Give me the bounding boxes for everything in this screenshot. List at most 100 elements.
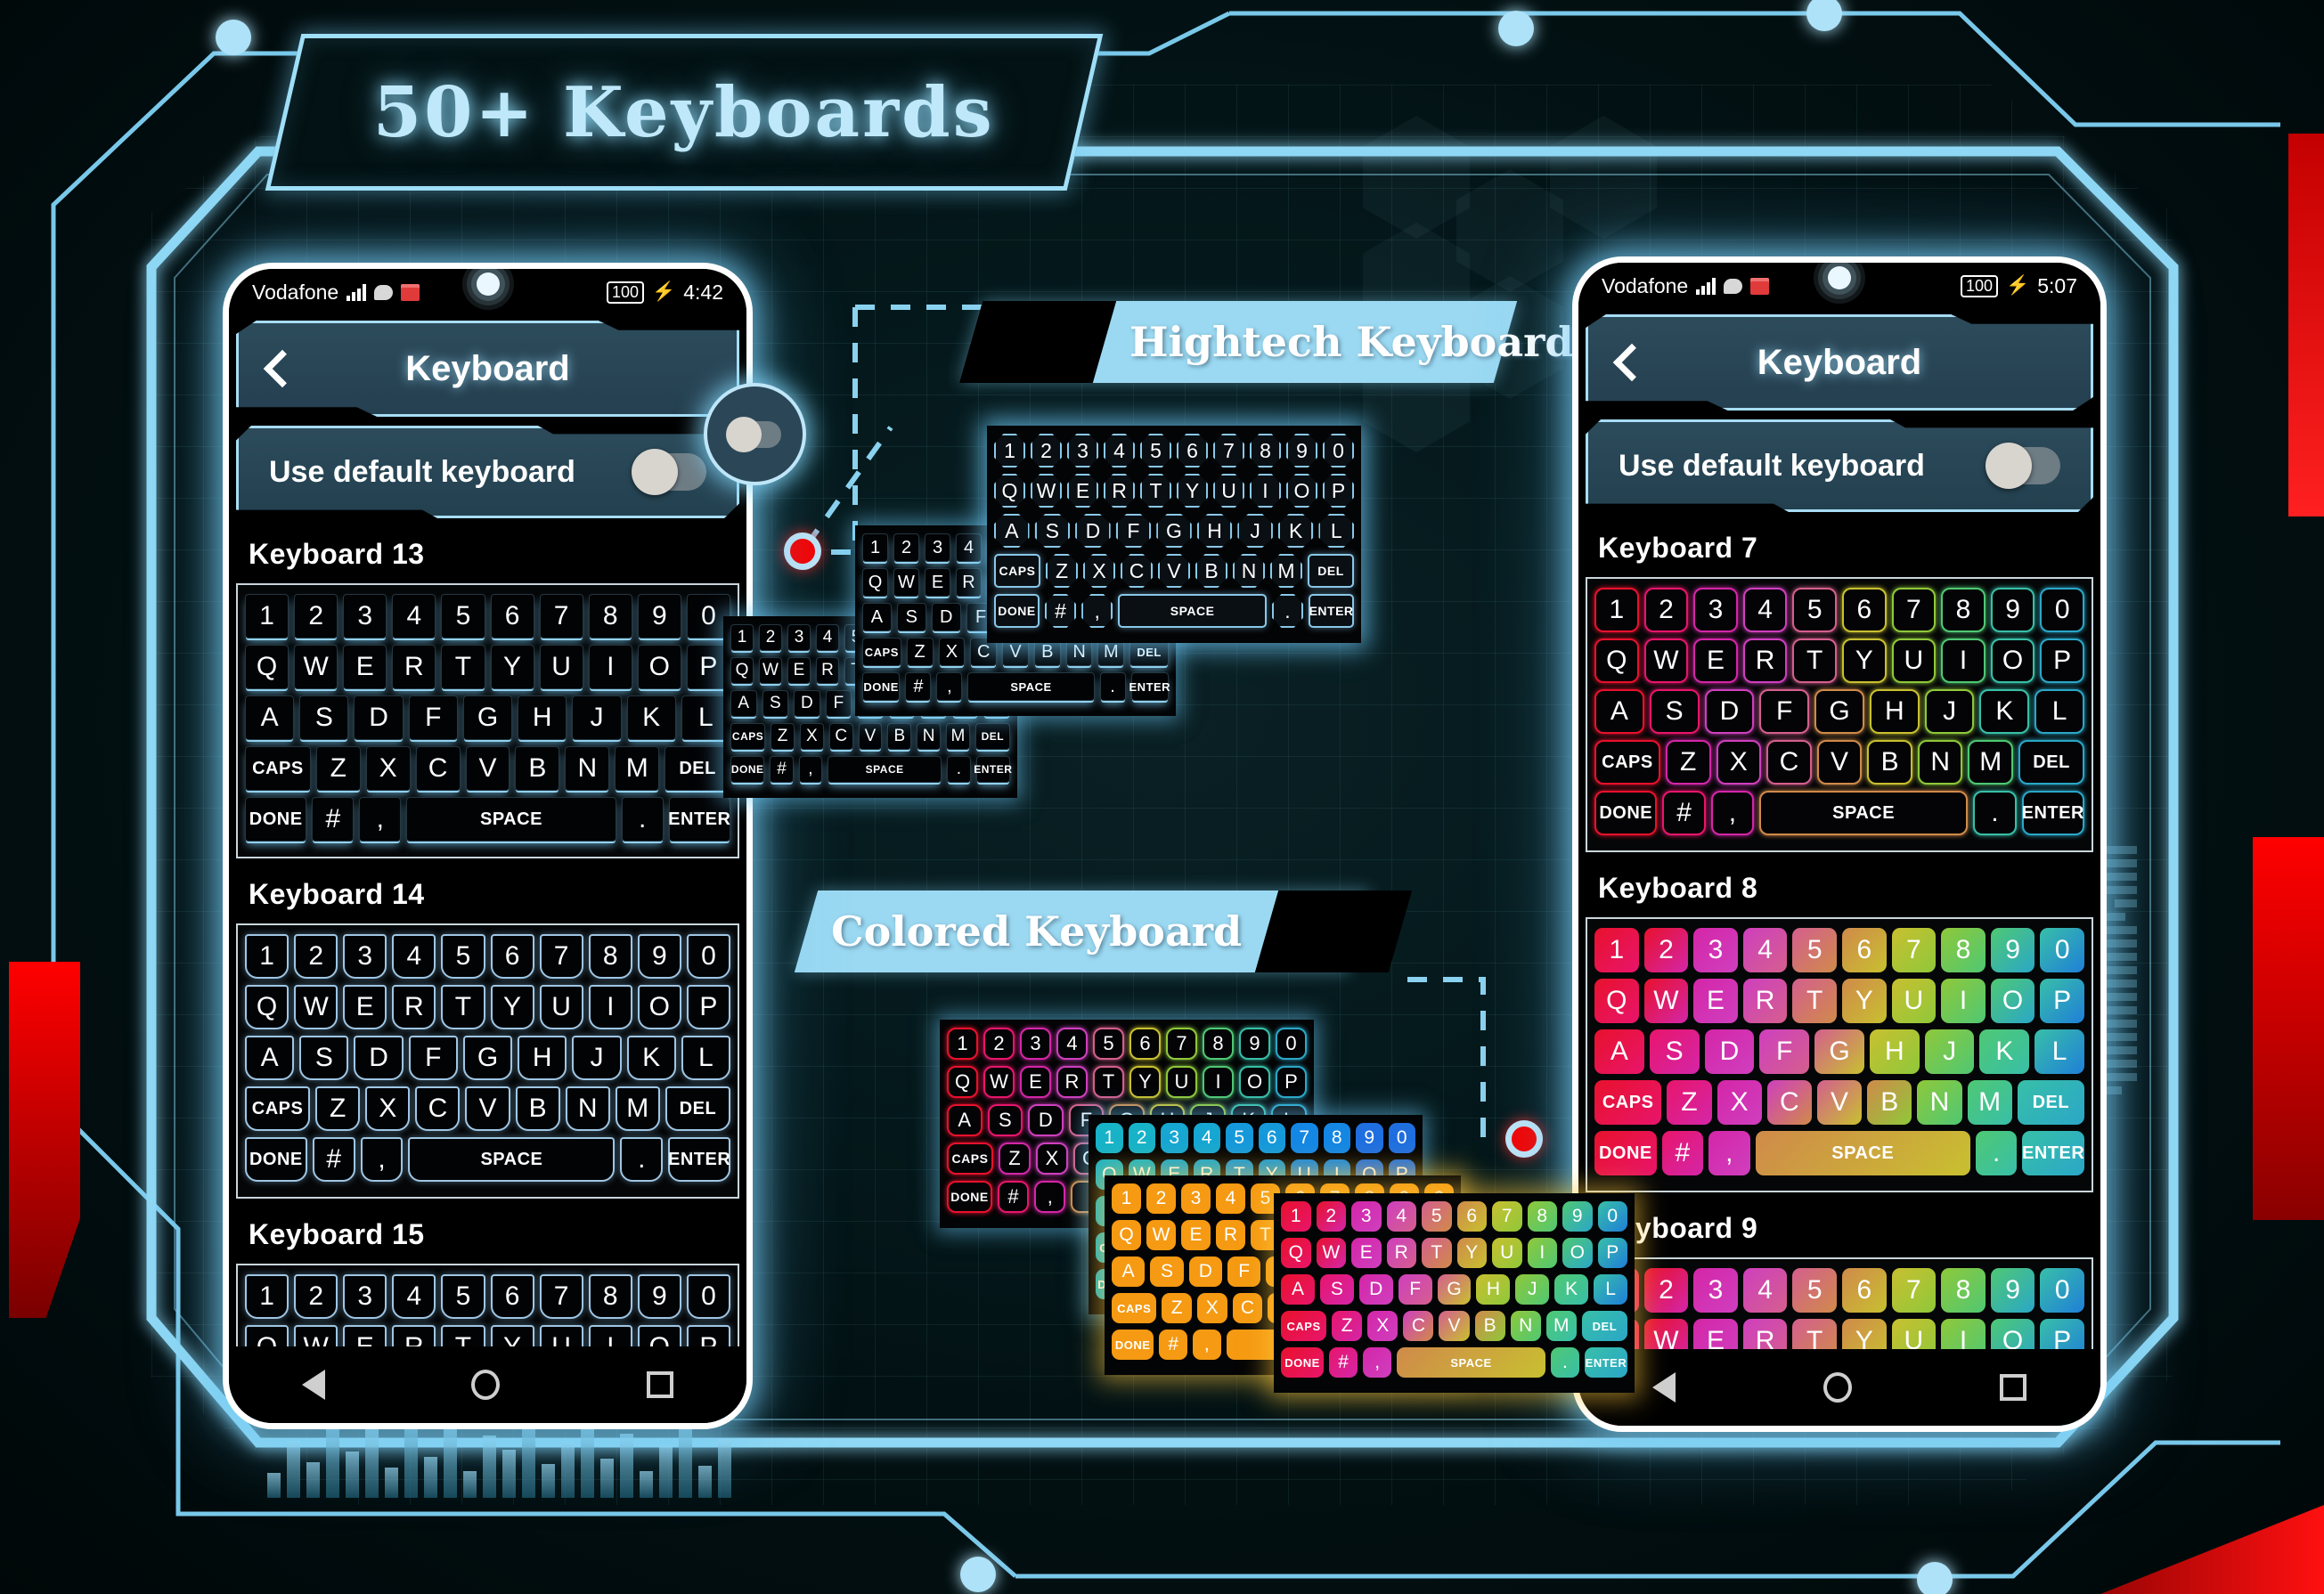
key-u[interactable]: U [1891, 979, 1937, 1023]
key-0[interactable]: 0 [2040, 1268, 2084, 1313]
key-5[interactable]: 5 [1792, 928, 1837, 972]
key-6[interactable]: 6 [1842, 928, 1887, 972]
key-s[interactable]: S [299, 695, 349, 740]
key-u[interactable]: U [1166, 1066, 1197, 1098]
key-1[interactable]: 1 [1594, 588, 1639, 632]
key-l[interactable]: L [1594, 1274, 1628, 1305]
key-caps[interactable]: CAPS [245, 1086, 311, 1131]
key-3[interactable]: 3 [1351, 1201, 1382, 1232]
nav-recents-icon[interactable] [2000, 1374, 2026, 1401]
key-c[interactable]: C [415, 746, 461, 791]
key-6[interactable]: 6 [1129, 1028, 1161, 1060]
key-2[interactable]: 2 [294, 594, 338, 638]
key-z[interactable]: Z [1667, 1080, 1712, 1125]
key-d[interactable]: D [1704, 689, 1755, 734]
key-space[interactable]: SPACE [967, 672, 1095, 701]
key-6[interactable]: 6 [1842, 1268, 1887, 1313]
key-9[interactable]: 9 [1562, 1201, 1593, 1232]
key-3[interactable]: 3 [1693, 588, 1738, 632]
key-0[interactable]: 0 [1323, 434, 1354, 468]
key-7[interactable]: 7 [1891, 928, 1937, 972]
key-done[interactable]: DONE [1281, 1347, 1325, 1378]
key-2[interactable]: 2 [1146, 1183, 1176, 1214]
key-n[interactable]: N [1233, 554, 1265, 588]
key-d[interactable]: D [931, 603, 961, 631]
key-5[interactable]: 5 [1226, 1123, 1253, 1153]
key-c[interactable]: C [1232, 1293, 1263, 1323]
key-f[interactable]: F [408, 1036, 458, 1080]
floating-keyboard-cl-rainbow[interactable]: 1 2 3 4 5 6 7 8 9 0 Q W E R T Y U I O P A S D F G H J K L CAPS Z X C V B N M… [1274, 1193, 1635, 1393]
key-v[interactable]: V [465, 1086, 510, 1131]
key-caps[interactable]: CAPS [244, 746, 311, 791]
key-y[interactable]: Y [1456, 1238, 1487, 1268]
key-t[interactable]: T [1422, 1238, 1452, 1268]
key-b[interactable]: B [887, 723, 912, 750]
key-enter[interactable]: ENTER [2021, 791, 2084, 835]
key-0[interactable]: 0 [2040, 588, 2084, 632]
key-s[interactable]: S [1649, 1029, 1700, 1074]
key-caps[interactable]: CAPS [730, 723, 766, 750]
key-u[interactable]: U [1891, 638, 1937, 683]
key-b[interactable]: B [1474, 1311, 1505, 1341]
key-comma[interactable]: , [1081, 594, 1113, 628]
key-4[interactable]: 4 [1193, 1123, 1220, 1153]
key-z[interactable]: Z [1665, 740, 1711, 785]
key-caps[interactable]: CAPS [1594, 740, 1660, 785]
key-del[interactable]: DEL [665, 746, 731, 791]
key-u[interactable]: U [1213, 474, 1244, 508]
key-1[interactable]: 1 [245, 594, 289, 638]
key-period[interactable]: . [947, 756, 971, 783]
key-w[interactable]: W [294, 985, 338, 1029]
key-k[interactable]: K [1979, 1029, 2030, 1074]
key-3[interactable]: 3 [925, 533, 950, 562]
key-d[interactable]: D [354, 695, 404, 740]
key-2[interactable]: 2 [294, 1274, 338, 1319]
key-period[interactable]: . [1099, 672, 1126, 701]
key-j[interactable]: J [1237, 514, 1273, 548]
key-i[interactable]: I [1941, 979, 1986, 1023]
key-b[interactable]: B [1867, 1080, 1912, 1125]
key-f[interactable]: F [825, 690, 852, 717]
key-y[interactable]: Y [1129, 1066, 1161, 1098]
key-g[interactable]: G [1814, 1029, 1864, 1074]
key-7[interactable]: 7 [539, 1274, 583, 1319]
key-p[interactable]: P [2040, 638, 2084, 683]
key-y[interactable]: Y [1842, 638, 1887, 683]
key-r[interactable]: R [1104, 474, 1135, 508]
key-9[interactable]: 9 [1286, 434, 1317, 468]
key-i[interactable]: I [588, 985, 632, 1029]
key-1[interactable]: 1 [1096, 1123, 1123, 1153]
key-a[interactable]: A [1594, 1029, 1644, 1074]
key-z[interactable]: Z [999, 1143, 1031, 1175]
nav-recents-icon[interactable] [646, 1371, 673, 1398]
key-6[interactable]: 6 [490, 1274, 534, 1319]
key-4[interactable]: 4 [816, 624, 839, 651]
key-f[interactable]: F [408, 695, 458, 740]
key-2[interactable]: 2 [759, 624, 782, 651]
key-del[interactable]: DEL [974, 723, 1010, 750]
key-x[interactable]: X [1197, 1293, 1227, 1323]
key-v[interactable]: V [1816, 740, 1863, 785]
key-e[interactable]: E [343, 645, 387, 689]
key-n[interactable]: N [1917, 740, 1963, 785]
key-s[interactable]: S [299, 1036, 349, 1080]
key-m[interactable]: M [1967, 1080, 2012, 1125]
key-hash[interactable]: # [1329, 1347, 1358, 1378]
key-comma[interactable]: , [1363, 1347, 1392, 1378]
key-hash[interactable]: # [312, 797, 355, 842]
key-a[interactable]: A [1594, 689, 1644, 734]
key-c[interactable]: C [415, 1427, 460, 1429]
key-n[interactable]: N [565, 1086, 610, 1131]
key-q[interactable]: Q [245, 985, 289, 1029]
key-r[interactable]: R [956, 568, 982, 597]
nav-home-icon[interactable] [471, 1370, 501, 1400]
key-x[interactable]: X [1083, 554, 1115, 588]
key-z[interactable]: Z [1162, 1293, 1193, 1323]
key-8[interactable]: 8 [588, 594, 632, 638]
floating-keyboard-ht-octagon[interactable]: 1 2 3 4 5 6 7 8 9 0 Q W E R T Y U I O P A S D F G H J K L CAPS Z X C V B N M… [987, 426, 1361, 643]
key-e[interactable]: E [1693, 638, 1738, 683]
key-p[interactable]: P [686, 985, 730, 1029]
keyboard-preview-14[interactable]: 1 2 3 4 5 6 7 8 9 0 Q W E R T Y U I O P A S D F G H J K L CAPS Z X C V B N M… [236, 923, 739, 1199]
key-f[interactable]: F [1398, 1274, 1432, 1305]
key-s[interactable]: S [1034, 514, 1071, 548]
